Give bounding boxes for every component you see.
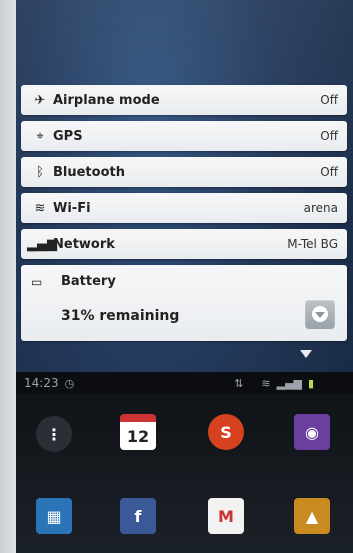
- signal-icon: ▂▄▆: [276, 376, 303, 390]
- browser-icon[interactable]: ▦: [36, 498, 72, 534]
- gps-label: GPS: [53, 128, 83, 144]
- network-signal-icon: ▂▄▆: [27, 236, 57, 252]
- wifi-icon: ≋: [34, 200, 46, 216]
- network-label: Network: [53, 236, 115, 252]
- gps-value: Off: [320, 129, 338, 143]
- gps-icon: ⌖: [36, 128, 44, 144]
- airplane-mode-row[interactable]: ✈ Airplane mode Off: [21, 85, 347, 115]
- battery-icon: ▭: [31, 275, 43, 289]
- wifi-label: Wi-Fi: [53, 200, 91, 216]
- data-icon: ⇅: [234, 376, 244, 390]
- status-time: 14:23: [24, 376, 59, 390]
- battery-remaining: 31% remaining: [61, 308, 180, 324]
- wifi-value: arena: [303, 201, 338, 215]
- wifi-row[interactable]: ≋ Wi-Fi arena: [21, 193, 347, 223]
- network-row[interactable]: ▂▄▆ Network M-Tel BG: [21, 229, 347, 259]
- phone-photo: ✈ Airplane mode Off ⌖ GPS Off ᛒ Bluetoot…: [0, 0, 353, 553]
- bluetooth-row[interactable]: ᛒ Bluetooth Off: [21, 157, 347, 187]
- home-screen: ⋮ 12 S ◉ ▦ f M ▲: [16, 394, 353, 553]
- battery-icon: ▮: [308, 376, 315, 390]
- gps-row[interactable]: ⌖ GPS Off: [21, 121, 347, 151]
- music-icon[interactable]: S: [208, 414, 244, 450]
- gmail-icon[interactable]: M: [208, 498, 244, 534]
- gallery-icon[interactable]: ▲: [294, 498, 330, 534]
- clock-icon: ◷: [64, 376, 75, 390]
- airplane-mode-label: Airplane mode: [53, 92, 160, 108]
- calendar-date: 12: [126, 426, 150, 446]
- quick-settings-panel: ✈ Airplane mode Off ⌖ GPS Off ᛒ Bluetoot…: [21, 85, 347, 341]
- wifi-icon: ≋: [261, 376, 271, 390]
- apps-icon[interactable]: ⋮: [36, 416, 72, 452]
- panel-pointer: [300, 350, 312, 358]
- battery-title: Battery: [61, 274, 116, 289]
- network-value: M-Tel BG: [287, 237, 338, 251]
- expand-button[interactable]: [305, 299, 335, 329]
- facebook-icon[interactable]: f: [120, 498, 156, 534]
- battery-row: ▭ Battery 31% remaining: [21, 265, 347, 341]
- camera-icon[interactable]: ◉: [294, 414, 330, 450]
- airplane-mode-value: Off: [320, 93, 338, 107]
- bluetooth-value: Off: [320, 165, 338, 179]
- calendar-icon[interactable]: 12: [120, 414, 156, 450]
- airplane-icon: ✈: [34, 92, 46, 108]
- status-bar[interactable]: 14:23 ◷ ⇅ ≋ ▂▄▆ ▮: [16, 372, 353, 394]
- bluetooth-label: Bluetooth: [53, 164, 125, 180]
- bluetooth-icon: ᛒ: [36, 164, 44, 180]
